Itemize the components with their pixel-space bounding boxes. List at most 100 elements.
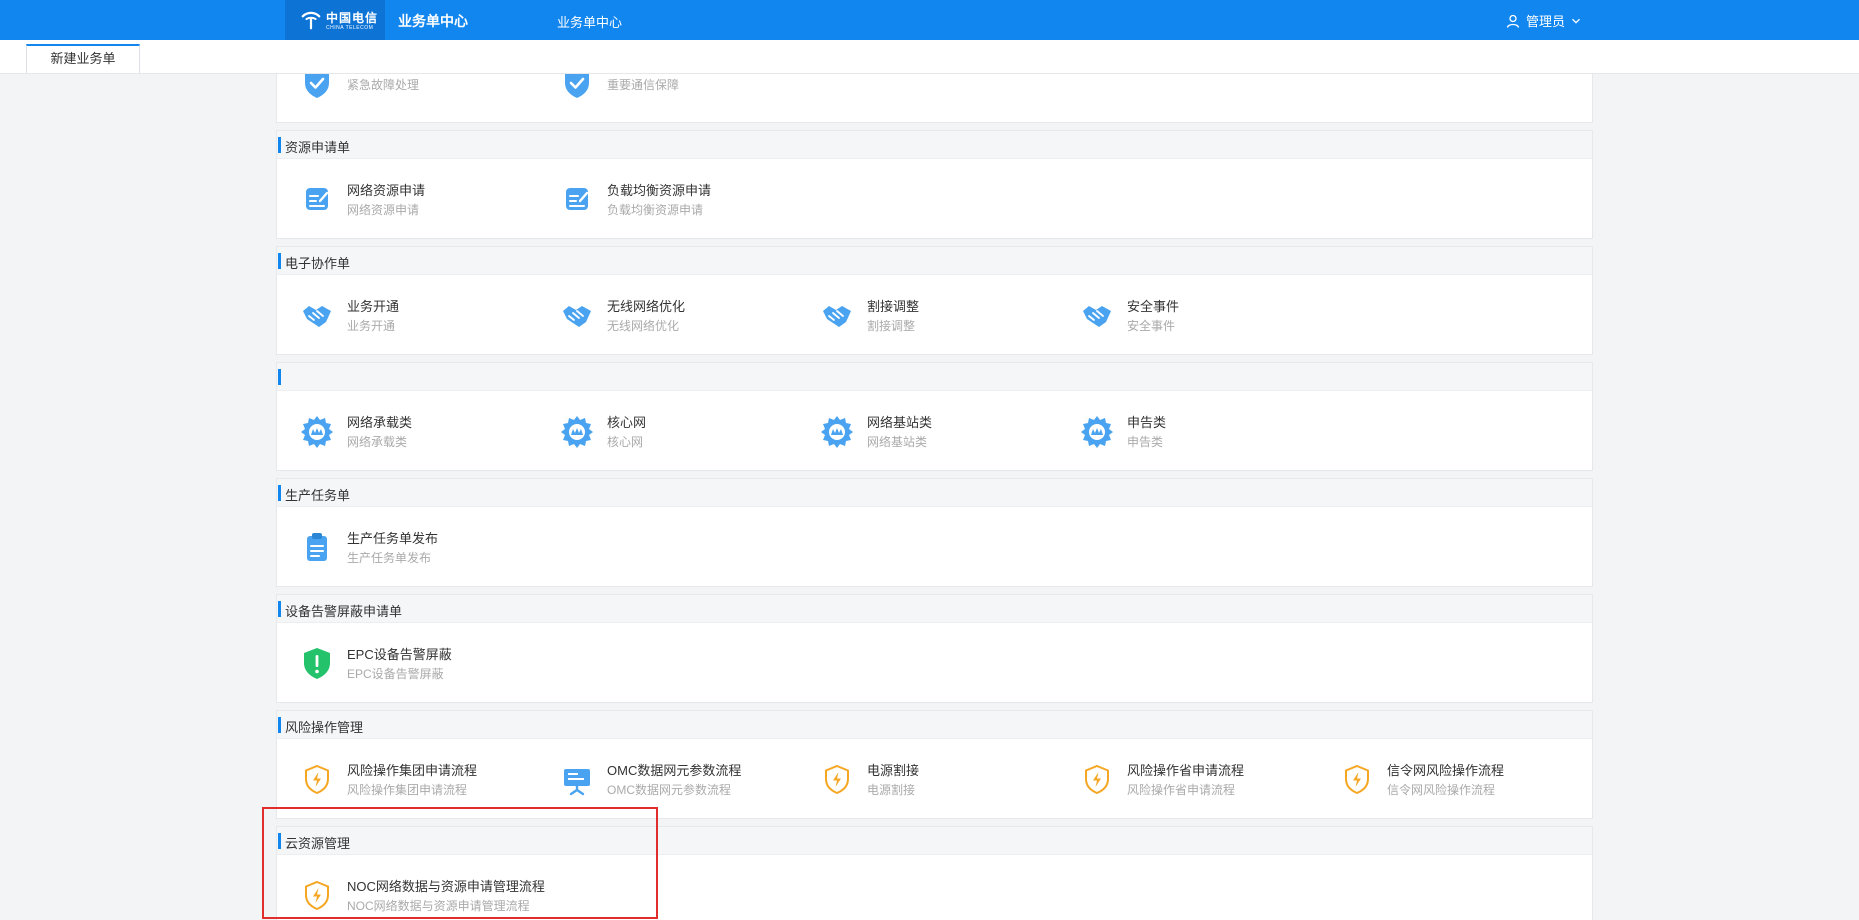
nav-link-business-center[interactable]: 业务单中心 bbox=[557, 12, 622, 31]
order-section: 风险操作管理 风险操作集团申请流程 风险操作集团申请流程 OMC数据网元参数流程 OMC… bbox=[276, 710, 1593, 819]
section-body: NOC网络数据与资源申请管理流程 NOC网络数据与资源申请管理流程 bbox=[277, 855, 1592, 920]
section-header: 风险操作管理 bbox=[277, 711, 1592, 739]
section-body: 业务开通 业务开通 无线网络优化 无线网络优化 割接调整 割接调整 安全事件 安全事件 bbox=[277, 275, 1592, 354]
china-telecom-logo[interactable]: 中国电信 CHINA TELECOM bbox=[300, 8, 378, 32]
item-description: OMC数据网元参数流程 bbox=[607, 783, 731, 797]
gear-icon bbox=[301, 416, 333, 448]
app-title[interactable]: 业务单中心 bbox=[398, 11, 468, 31]
section-body: 紧急故障处理 重要通信保障 bbox=[277, 74, 1592, 122]
shield-bolt-icon bbox=[1085, 764, 1109, 795]
order-section: 电子协作单 业务开通 业务开通 无线网络优化 无线网络优化 割接调整 割接调整 安全事件 安全事… bbox=[276, 246, 1593, 355]
telecom-logo-icon bbox=[301, 11, 321, 30]
order-type-item[interactable]: 风险操作集团申请流程 风险操作集团申请流程 bbox=[299, 757, 477, 801]
item-name: OMC数据网元参数流程 bbox=[607, 763, 742, 778]
order-section: 网络承载类 网络承载类 核心网 核心网 网络基站类 网络基站类 申告类 申告类 bbox=[276, 362, 1593, 471]
item-name: 无线网络优化 bbox=[607, 299, 686, 314]
order-section: 设备告警屏蔽申请单 EPC设备告警屏蔽 EPC设备告警屏蔽 bbox=[276, 594, 1593, 703]
logo-subtext: CHINA TELECOM bbox=[326, 24, 374, 31]
item-description: 安全事件 bbox=[1127, 319, 1176, 333]
order-type-item[interactable]: 风险操作省申请流程 风险操作省申请流程 bbox=[1079, 757, 1244, 801]
shield-bolt-icon bbox=[305, 880, 329, 911]
order-type-item[interactable]: 生产任务单发布 生产任务单发布 bbox=[299, 525, 438, 569]
item-name: 生产任务单发布 bbox=[347, 531, 439, 546]
item-name: 网络基站类 bbox=[867, 415, 933, 430]
item-description: 信令网风险操作流程 bbox=[1387, 783, 1496, 797]
order-type-item[interactable]: NOC网络数据与资源申请管理流程 NOC网络数据与资源申请管理流程 bbox=[299, 873, 545, 917]
order-type-item[interactable]: 信令网风险操作流程 信令网风险操作流程 bbox=[1339, 757, 1504, 801]
item-description: 网络基站类 bbox=[867, 435, 928, 449]
shield-check-icon bbox=[565, 74, 589, 98]
section-body: 生产任务单发布 生产任务单发布 bbox=[277, 507, 1592, 586]
tab-bar: 新建业务单 bbox=[0, 40, 1859, 74]
item-description: 电源割接 bbox=[867, 783, 916, 797]
presentation-icon bbox=[564, 769, 590, 796]
item-name: 信令网风险操作流程 bbox=[1387, 763, 1505, 778]
item-description: EPC设备告警屏蔽 bbox=[347, 667, 444, 681]
item-name: 割接调整 bbox=[867, 299, 920, 314]
section-body: 网络承载类 网络承载类 核心网 核心网 网络基站类 网络基站类 申告类 申告类 bbox=[277, 391, 1592, 470]
user-menu[interactable]: 管理员 bbox=[1506, 11, 1581, 30]
order-type-item[interactable]: 负载均衡资源申请 负载均衡资源申请 bbox=[559, 177, 711, 221]
shield-bolt-icon bbox=[825, 764, 849, 795]
main-content: 紧急故障处理 重要通信保障 资源申请单 网络资源申请 网络资源申请 负载均衡资源申请 负载均… bbox=[0, 74, 1859, 920]
item-name: 安全事件 bbox=[1127, 299, 1180, 314]
order-type-item[interactable]: 重要通信保障 bbox=[559, 74, 679, 105]
gear-icon bbox=[561, 416, 593, 448]
section-title: 云资源管理 bbox=[285, 836, 351, 851]
order-section: 生产任务单生产任务单发布 生产任务单发布 bbox=[276, 478, 1593, 587]
edit-form-icon bbox=[306, 188, 329, 210]
section-title: 风险操作管理 bbox=[285, 720, 364, 735]
order-type-item[interactable]: OMC数据网元参数流程 OMC数据网元参数流程 bbox=[559, 757, 741, 801]
section-title: 资源申请单 bbox=[285, 140, 351, 155]
section-header: 资源申请单 bbox=[277, 131, 1592, 159]
order-type-item[interactable]: 业务开通 业务开通 bbox=[299, 293, 399, 337]
chevron-down-icon bbox=[1572, 18, 1580, 24]
order-type-item[interactable]: 电源割接 电源割接 bbox=[819, 757, 919, 801]
handshake-icon bbox=[1083, 306, 1111, 327]
section-header: 电子协作单 bbox=[277, 247, 1592, 275]
item-description: 割接调整 bbox=[867, 319, 916, 333]
handshake-icon bbox=[303, 306, 331, 327]
handshake-icon bbox=[823, 306, 851, 327]
item-name: NOC网络数据与资源申请管理流程 bbox=[347, 879, 545, 894]
item-name: 核心网 bbox=[607, 415, 647, 430]
clipboard-icon bbox=[307, 533, 327, 561]
user-name: 管理员 bbox=[1526, 14, 1566, 29]
item-description: 网络资源申请 bbox=[347, 203, 420, 217]
order-type-item[interactable]: 网络承载类 网络承载类 bbox=[299, 409, 412, 453]
order-type-item[interactable]: 紧急故障处理 bbox=[299, 74, 419, 105]
top-navigation-bar: 中国电信 CHINA TELECOM 业务单中心 业务单中心 管理员 bbox=[0, 0, 1859, 40]
order-type-item[interactable]: 申告类 申告类 bbox=[1079, 409, 1166, 453]
item-description: 核心网 bbox=[607, 435, 644, 449]
gear-icon bbox=[821, 416, 853, 448]
order-type-item[interactable]: 安全事件 安全事件 bbox=[1079, 293, 1179, 337]
item-description: 网络承载类 bbox=[347, 435, 408, 449]
item-description: 生产任务单发布 bbox=[347, 551, 432, 565]
item-name: 业务开通 bbox=[347, 299, 400, 314]
item-name: 网络承载类 bbox=[347, 415, 413, 430]
shield-bolt-icon bbox=[1345, 764, 1369, 795]
order-type-item[interactable]: 核心网 核心网 bbox=[559, 409, 646, 453]
order-type-item[interactable]: 网络基站类 网络基站类 bbox=[819, 409, 932, 453]
order-type-item[interactable]: EPC设备告警屏蔽 EPC设备告警屏蔽 bbox=[299, 641, 452, 685]
section-header bbox=[277, 363, 1592, 391]
order-type-sections: 紧急故障处理 重要通信保障 资源申请单 网络资源申请 网络资源申请 负载均衡资源申请 负载均… bbox=[276, 74, 1593, 920]
item-description: 负载均衡资源申请 bbox=[607, 203, 704, 217]
order-type-item[interactable]: 割接调整 割接调整 bbox=[819, 293, 919, 337]
item-description: 无线网络优化 bbox=[607, 319, 680, 333]
section-header: 生产任务单 bbox=[277, 479, 1592, 507]
item-name: 负载均衡资源申请 bbox=[607, 183, 712, 198]
order-type-item[interactable]: 网络资源申请 网络资源申请 bbox=[299, 177, 425, 221]
item-description: 业务开通 bbox=[347, 319, 396, 333]
item-description: 风险操作省申请流程 bbox=[1127, 783, 1236, 797]
item-name: 风险操作省申请流程 bbox=[1127, 763, 1245, 778]
section-body: EPC设备告警屏蔽 EPC设备告警屏蔽 bbox=[277, 623, 1592, 702]
order-type-item[interactable]: 无线网络优化 无线网络优化 bbox=[559, 293, 685, 337]
handshake-icon bbox=[563, 306, 591, 327]
section-title: 设备告警屏蔽申请单 bbox=[285, 604, 403, 619]
item-name: 申告类 bbox=[1127, 415, 1167, 430]
order-section: 云资源管理 NOC网络数据与资源申请管理流程 NOC网络数据与资源申请管理流程 bbox=[276, 826, 1593, 920]
tab-new-business-order[interactable]: 新建业务单 bbox=[26, 44, 140, 73]
shield-bolt-icon bbox=[305, 764, 329, 795]
order-section: 资源申请单 网络资源申请 网络资源申请 负载均衡资源申请 负载均衡资源申请 bbox=[276, 130, 1593, 239]
